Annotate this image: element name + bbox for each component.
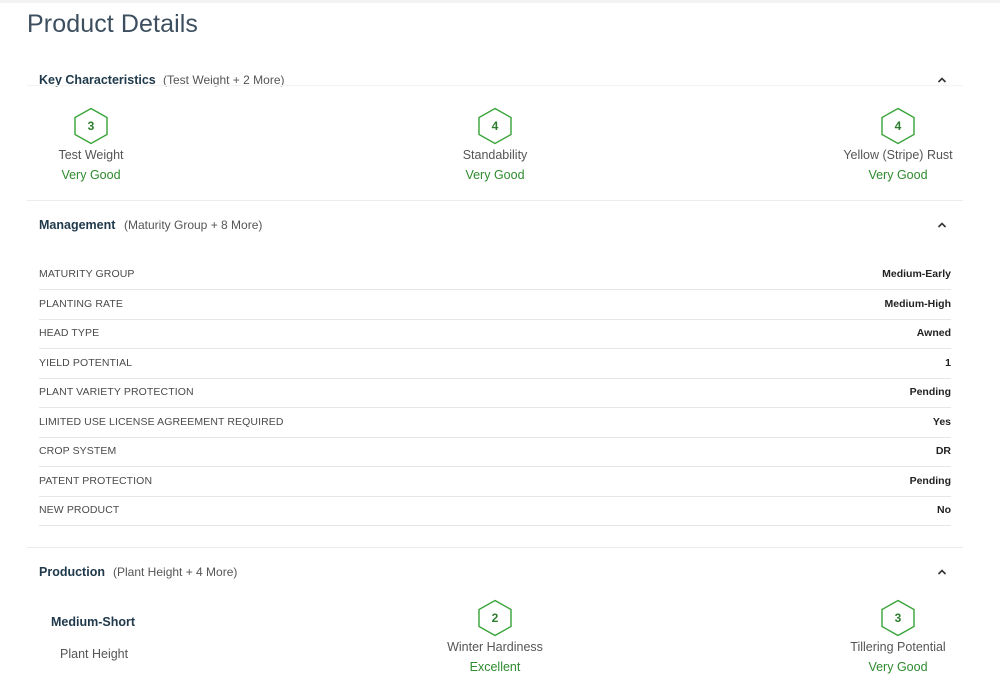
hexagon-score-icon: 3 (881, 599, 915, 637)
row-key: PLANT VARIETY PROTECTION (39, 386, 194, 398)
row-key: MATURITY GROUP (39, 268, 135, 280)
hexagon-score-icon: 4 (478, 107, 512, 145)
score-value: 3 (895, 611, 902, 625)
table-row: MATURITY GROUP Medium-Early (39, 260, 951, 290)
production-label: Tillering Potential (850, 640, 946, 654)
characteristic-label: Yellow (Stripe) Rust (843, 148, 953, 162)
hexagon-score-icon: 3 (74, 107, 108, 145)
characteristic-standability: 4 Standability Very Good (415, 107, 575, 182)
chevron-up-icon[interactable] (937, 75, 947, 85)
row-value: Yes (932, 416, 951, 428)
row-value: Pending (909, 386, 951, 398)
row-value: Medium-High (884, 298, 952, 310)
table-row: YIELD POTENTIAL 1 (39, 349, 951, 379)
characteristic-yellow-stripe-rust: 4 Yellow (Stripe) Rust Very Good (818, 107, 978, 182)
section-subtitle: (Maturity Group + 8 More) (124, 218, 263, 232)
key-characteristics-header[interactable]: Key Characteristics (Test Weight + 2 Mor… (27, 66, 963, 96)
page-title: Product Details (27, 10, 199, 38)
plant-height-label: Plant Height (60, 647, 129, 661)
row-value: DR (935, 445, 951, 457)
characteristic-rating: Very Good (868, 168, 928, 182)
plant-height-value: Medium-Short (51, 615, 136, 629)
row-key: NEW PRODUCT (39, 504, 120, 516)
section-title: Management (39, 218, 116, 232)
row-key: CROP SYSTEM (39, 445, 117, 457)
characteristic-label: Test Weight (58, 148, 124, 162)
hexagon-score-icon: 4 (881, 107, 915, 145)
hexagon-score-icon: 2 (478, 599, 512, 637)
row-value: 1 (945, 357, 951, 369)
score-value: 2 (492, 611, 499, 625)
row-key: PATENT PROTECTION (39, 475, 153, 487)
production-winter-hardiness: 2 Winter Hardiness Excellent (415, 599, 575, 674)
production-label: Winter Hardiness (447, 640, 543, 654)
management-header[interactable]: Management (Maturity Group + 8 More) (27, 211, 963, 241)
table-row: HEAD TYPE Awned (39, 319, 951, 349)
table-row: PLANT VARIETY PROTECTION Pending (39, 378, 951, 408)
production-rating: Excellent (469, 660, 521, 674)
characteristic-rating: Very Good (61, 168, 121, 182)
score-value: 4 (492, 119, 499, 133)
divider (27, 85, 963, 86)
row-key: PLANTING RATE (39, 298, 123, 310)
row-value: Medium-Early (882, 268, 951, 280)
divider (27, 200, 963, 201)
row-key: LIMITED USE LICENSE AGREEMENT REQUIRED (39, 416, 284, 428)
divider (27, 547, 963, 548)
characteristic-rating: Very Good (465, 168, 525, 182)
row-value: Awned (916, 327, 951, 339)
table-row: NEW PRODUCT No (39, 496, 951, 526)
top-border (0, 0, 1000, 3)
production-rating: Very Good (868, 660, 928, 674)
characteristic-test-weight: 3 Test Weight Very Good (11, 107, 171, 182)
score-value: 3 (88, 119, 95, 133)
table-row: PLANTING RATE Medium-High (39, 290, 951, 320)
score-value: 4 (895, 119, 902, 133)
table-row: CROP SYSTEM DR (39, 437, 951, 467)
chevron-up-icon[interactable] (937, 567, 947, 577)
characteristic-label: Standability (462, 148, 528, 162)
production-tillering-potential: 3 Tillering Potential Very Good (818, 599, 978, 674)
row-key: HEAD TYPE (39, 327, 100, 339)
row-value: Pending (909, 475, 951, 487)
chevron-up-icon[interactable] (937, 220, 947, 230)
table-row: LIMITED USE LICENSE AGREEMENT REQUIRED Y… (39, 408, 951, 438)
production-header[interactable]: Production (Plant Height + 4 More) (27, 558, 963, 588)
row-key: YIELD POTENTIAL (39, 357, 133, 369)
row-value: No (937, 504, 951, 516)
table-row: PATENT PROTECTION Pending (39, 467, 951, 497)
section-subtitle: (Plant Height + 4 More) (113, 565, 238, 579)
section-title: Production (39, 565, 105, 579)
